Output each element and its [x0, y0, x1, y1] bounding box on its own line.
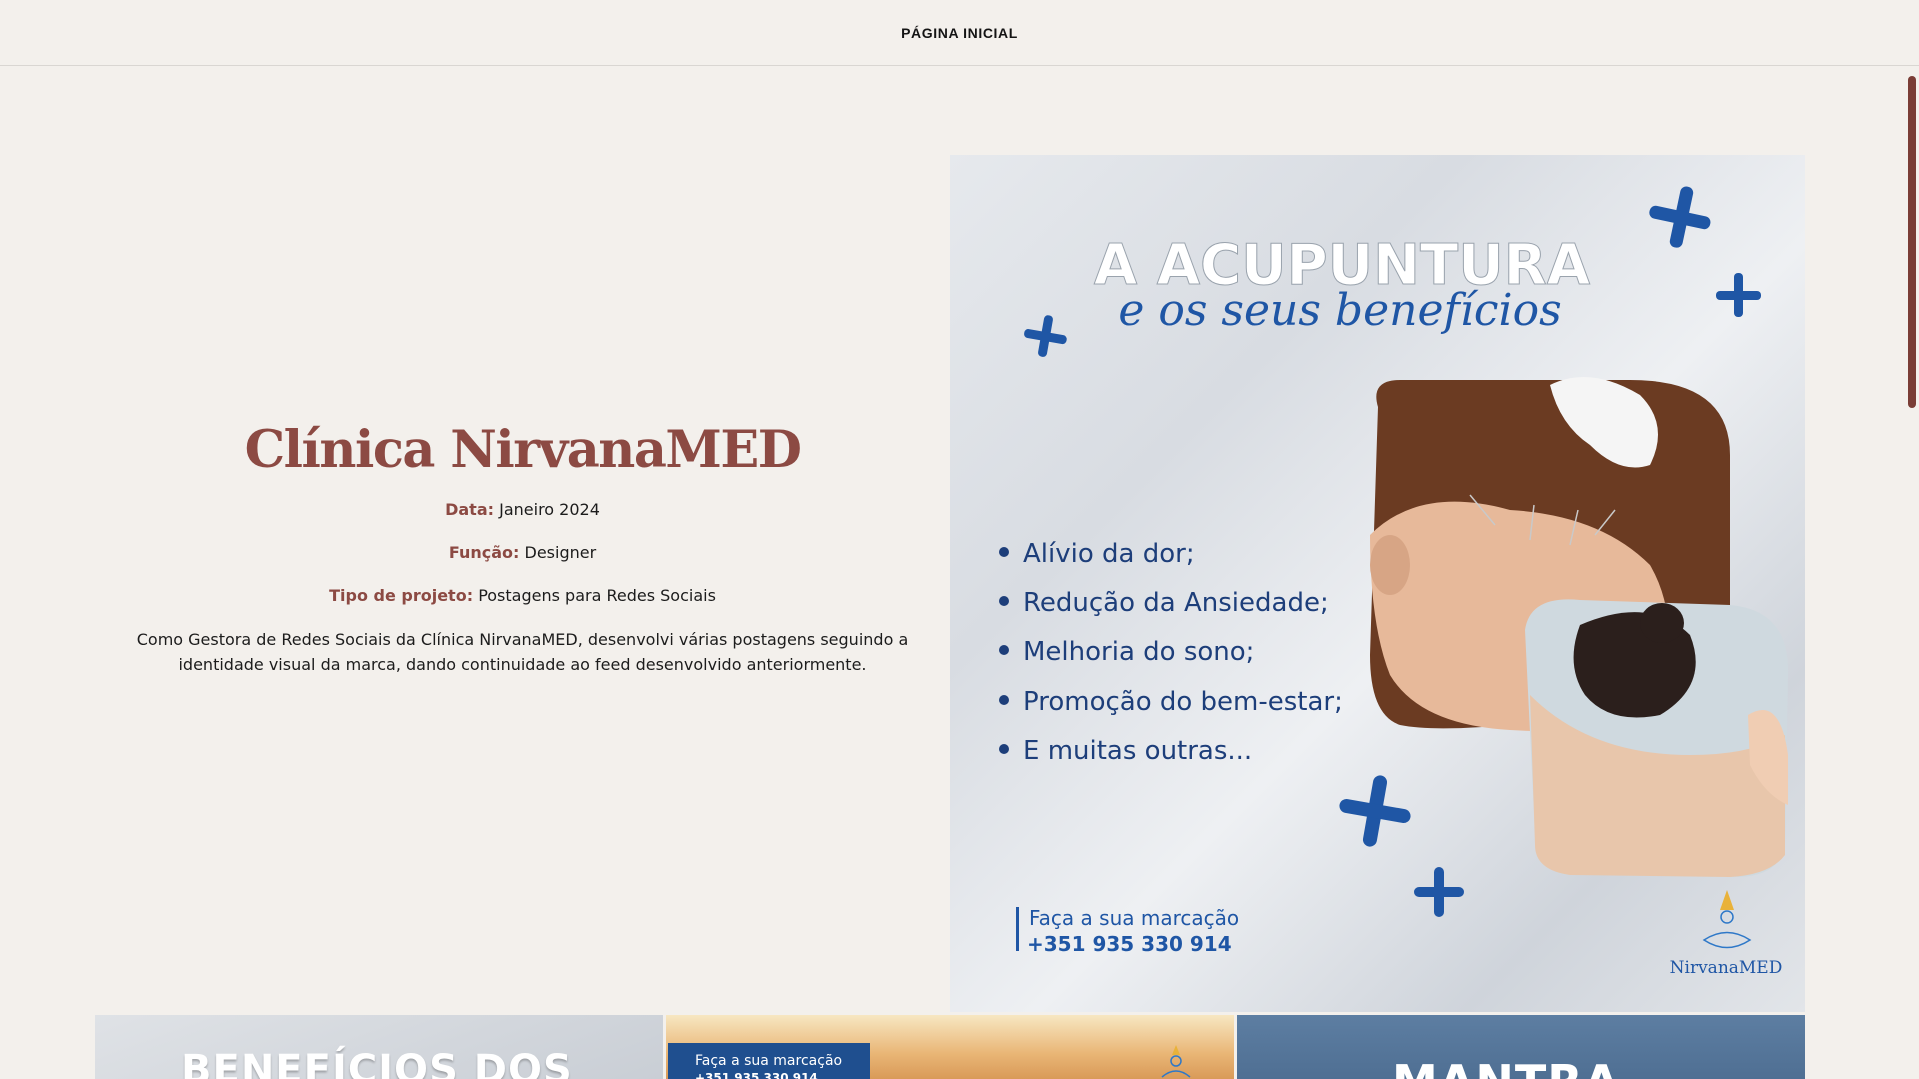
thumbnail-title: MANTRA — [1392, 1055, 1620, 1079]
project-date: Data: Janeiro 2024 — [125, 500, 920, 520]
benefit-item: Melhoria do sono; — [1023, 637, 1254, 667]
poster-subheadline: e os seus benefícios — [1118, 285, 1561, 336]
benefit-item: Alívio da dor; — [1023, 539, 1195, 569]
nav-home-link[interactable]: PÁGINA INICIAL — [901, 25, 1018, 41]
project-role: Função: Designer — [125, 543, 920, 563]
thumbnail-cta: Faça a sua marcação +351 935 330 914 — [668, 1043, 870, 1079]
cta-divider — [1016, 907, 1019, 951]
date-value: Janeiro 2024 — [499, 500, 600, 519]
date-label: Data: — [445, 500, 495, 519]
thumbnail-title: BENEFÍCIOS DOS — [181, 1047, 573, 1079]
top-navigation: PÁGINA INICIAL — [0, 0, 1919, 66]
type-label: Tipo de projeto: — [329, 586, 474, 605]
gallery-thumbnail[interactable]: MANTRA — [1237, 1015, 1805, 1079]
role-label: Função: — [448, 543, 520, 562]
project-info: Clínica NirvanaMED Data: Janeiro 2024 Fu… — [125, 420, 920, 677]
cta-label: Faça a sua marcação — [1029, 906, 1239, 930]
gallery-thumbnails: BENEFÍCIOS DOS Faça a sua marcação +351 … — [95, 1015, 1805, 1079]
acupuncture-photo-2 — [1525, 599, 1789, 877]
type-value: Postagens para Redes Sociais — [478, 586, 716, 605]
benefit-item: Promoção do bem-estar; — [1023, 687, 1343, 717]
gallery-thumbnail[interactable]: BENEFÍCIOS DOS — [95, 1015, 663, 1079]
project-title: Clínica NirvanaMED — [244, 420, 802, 480]
poster-acupuntura[interactable]: A ACUPUNTURA e os seus benefícios Alívio… — [950, 155, 1805, 1012]
logo-text: NirvanaMED — [1670, 958, 1783, 978]
poster-artwork: A ACUPUNTURA e os seus benefícios Alívio… — [999, 186, 1789, 978]
role-value: Designer — [524, 543, 597, 562]
gallery-thumbnail[interactable]: Faça a sua marcação +351 935 330 914 — [666, 1015, 1234, 1079]
benefit-item: E muitas outras... — [1023, 736, 1252, 766]
nirvanamed-logo: NirvanaMED — [1670, 890, 1783, 978]
nirvanamed-logo-icon — [1161, 1045, 1191, 1078]
project-description: Como Gestora de Redes Sociais da Clínica… — [136, 630, 909, 674]
benefit-list: Alívio da dor; Redução da Ansiedade; Mel… — [999, 539, 1343, 766]
thumbnail-cta-phone: +351 935 330 914 — [695, 1071, 818, 1079]
benefit-item: Redução da Ansiedade; — [1023, 588, 1329, 618]
project-type: Tipo de projeto: Postagens para Redes So… — [125, 586, 920, 606]
scrollbar-thumb[interactable] — [1908, 76, 1916, 408]
cta-phone: +351 935 330 914 — [1027, 932, 1232, 956]
thumbnail-cta-label: Faça a sua marcação — [695, 1053, 843, 1069]
